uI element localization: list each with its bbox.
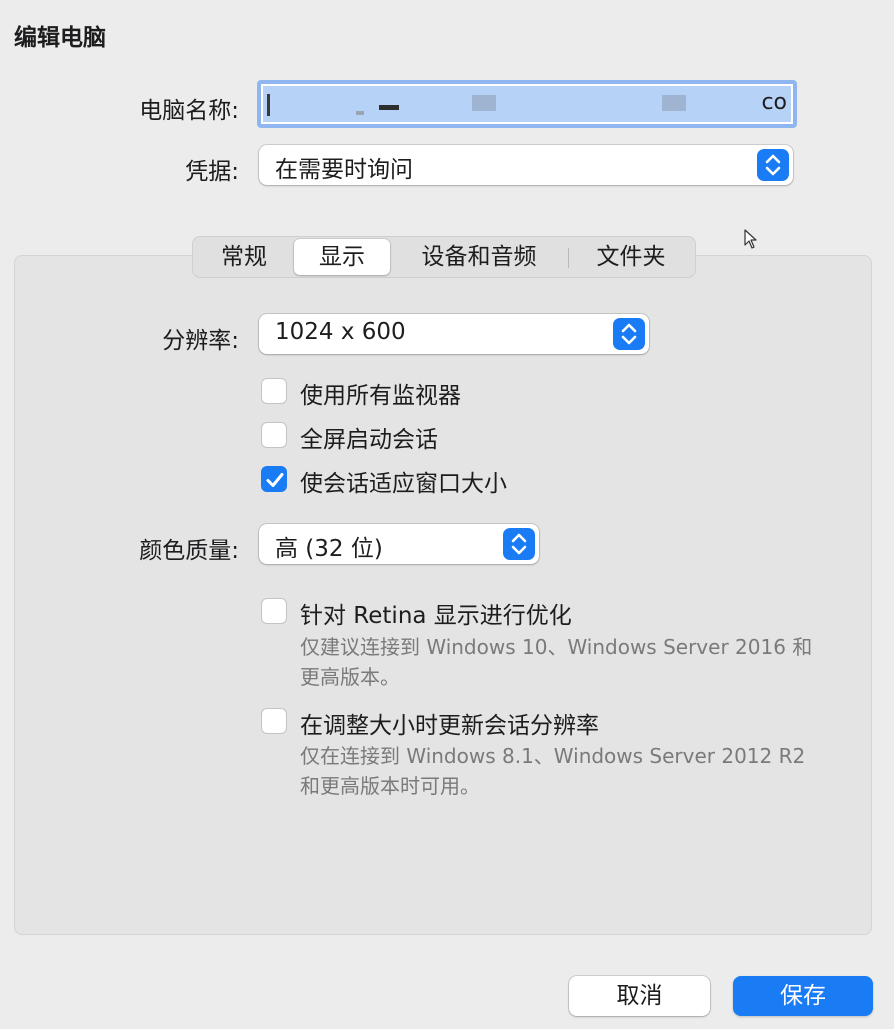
use-all-monitors-label: 使用所有监视器 [300,383,461,409]
dynamic-resolution-label: 在调整大小时更新会话分辨率 [300,713,599,739]
mouse-pointer-icon [744,229,758,253]
resolution-value: 1024 x 600 [275,319,406,345]
credentials-select[interactable]: 在需要时询问 [259,145,793,185]
fullscreen-checkbox[interactable] [261,422,287,448]
tab-folders[interactable]: 文件夹 [571,239,691,275]
redaction-mark [662,95,686,111]
use-all-monitors-checkbox[interactable] [261,378,287,404]
resolution-select[interactable]: 1024 x 600 [259,314,649,354]
text-caret [267,94,270,116]
credentials-label: 凭据: [185,159,239,185]
tab-bar: 常规 显示 设备和音频 文件夹 [192,236,696,278]
dynamic-resolution-hint: 仅在连接到 Windows 8.1、Windows Server 2012 R2… [300,744,806,798]
chevron-updown-icon [503,528,535,560]
tab-devices-audio[interactable]: 设备和音频 [393,239,565,275]
fit-window-checkbox[interactable] [261,466,287,492]
pc-name-input[interactable]: co [257,80,797,128]
redaction-mark [356,111,364,115]
tab-display[interactable]: 显示 [294,239,390,275]
redaction-mark [472,95,496,111]
text-selection-highlight [263,86,791,122]
fit-window-label: 使会话适应窗口大小 [300,471,507,497]
pc-name-label: 电脑名称: [139,98,239,124]
tab-general[interactable]: 常规 [195,239,293,275]
tab-separator [568,248,569,268]
resolution-label: 分辨率: [162,328,239,354]
display-tab-panel [14,255,872,935]
retina-optimize-checkbox[interactable] [261,598,287,624]
pc-name-value-suffix: co [761,90,787,115]
retina-optimize-hint: 仅建议连接到 Windows 10、Windows Server 2016 和更… [300,635,813,689]
credentials-value: 在需要时询问 [275,157,413,183]
chevron-updown-icon [757,149,789,181]
color-quality-value: 高 (32 位) [275,536,383,562]
cancel-button[interactable]: 取消 [569,976,710,1016]
chevron-updown-icon [613,318,645,350]
redaction-mark [379,105,399,110]
dialog-title: 编辑电脑 [14,25,106,51]
fullscreen-label: 全屏启动会话 [300,427,438,453]
save-button[interactable]: 保存 [733,976,873,1016]
color-quality-select[interactable]: 高 (32 位) [259,524,539,564]
color-quality-label: 颜色质量: [139,538,239,564]
retina-optimize-label: 针对 Retina 显示进行优化 [300,603,572,629]
checkmark-icon [266,473,284,487]
dynamic-resolution-checkbox[interactable] [261,708,287,734]
